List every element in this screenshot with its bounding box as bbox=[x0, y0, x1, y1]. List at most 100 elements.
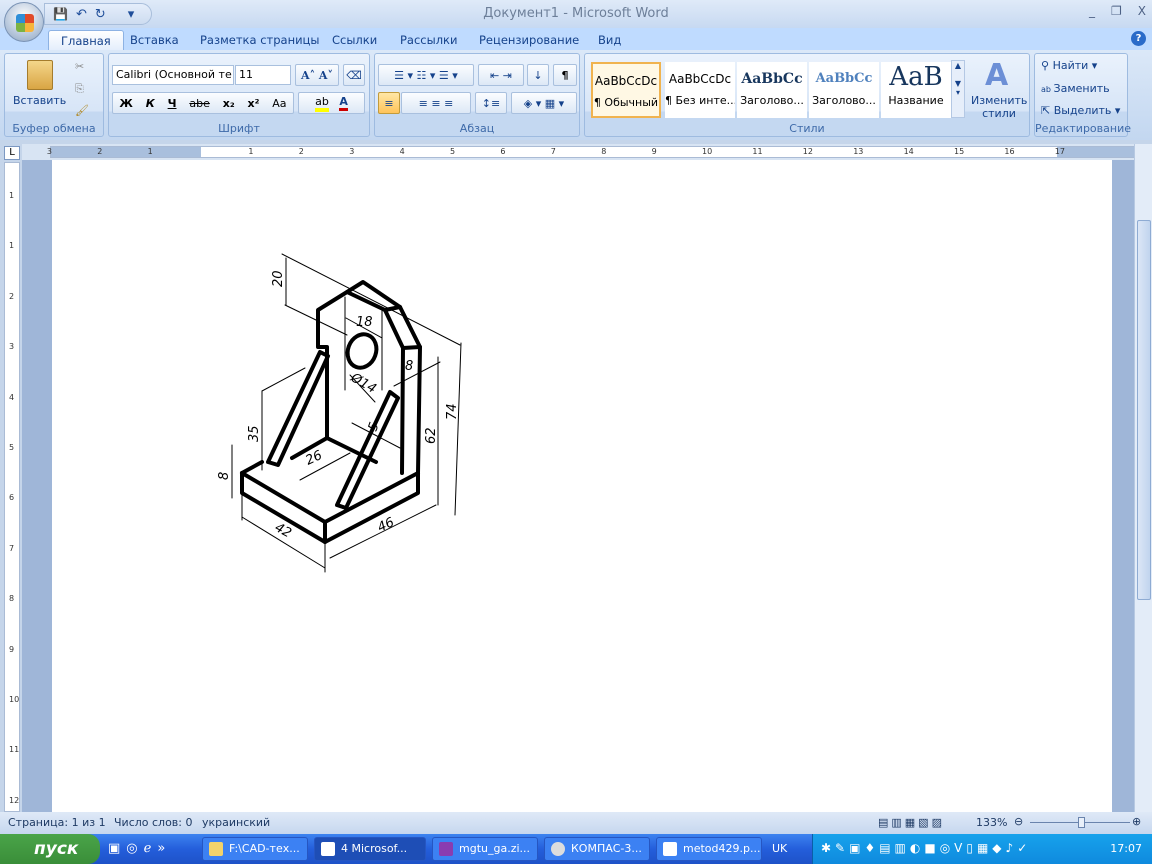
ruler-number: 7 bbox=[550, 147, 556, 156]
list-buttons[interactable]: ☰ ▾ ☷ ▾ ☰ ▾ bbox=[378, 64, 474, 86]
highlight-icon[interactable]: ab bbox=[315, 95, 329, 112]
highlight-fontcolor-buttons[interactable]: ab A bbox=[298, 92, 365, 114]
italic-button[interactable]: К bbox=[146, 97, 155, 110]
tray-icons[interactable]: ✱✎▣♦▤▥◐■◎Ⅴ▯▦◆♪✓ bbox=[821, 841, 1031, 855]
font-color-icon[interactable]: A bbox=[339, 95, 348, 111]
technical-drawing[interactable]: 20 18 Ø14 8 74 62 35 26 5 8 42 46 bbox=[52, 160, 1112, 812]
system-tray: ✱✎▣♦▤▥◐■◎Ⅴ▯▦◆♪✓ 17:07 bbox=[812, 834, 1152, 864]
ruler-number: 8 bbox=[9, 594, 15, 604]
help-icon[interactable]: ? bbox=[1131, 31, 1146, 46]
ruler-number: 4 bbox=[9, 392, 15, 402]
subscript-button[interactable]: x₂ bbox=[223, 97, 235, 110]
task-kompas[interactable]: КОМПАС-3... bbox=[544, 837, 650, 861]
zoom-out-icon[interactable]: ⊖ bbox=[1014, 815, 1023, 828]
grow-shrink-font-buttons[interactable]: A˄ A˅ bbox=[295, 64, 339, 86]
font-size-select[interactable]: 11 bbox=[235, 65, 291, 85]
task-word[interactable]: 4 Microsof... bbox=[314, 837, 426, 861]
zoom-slider-thumb[interactable] bbox=[1078, 817, 1085, 828]
restore-button[interactable]: ❐ bbox=[1111, 4, 1122, 18]
tab-references[interactable]: Ссылки bbox=[320, 30, 389, 50]
zoom-level[interactable]: 133% bbox=[976, 816, 1007, 829]
line-spacing-button[interactable]: ↕≡ bbox=[475, 92, 507, 114]
scrollbar-thumb[interactable] bbox=[1137, 220, 1151, 600]
align-left-button[interactable]: ≡ bbox=[378, 92, 400, 114]
show-marks-button[interactable]: ¶ bbox=[553, 64, 577, 86]
tab-home[interactable]: Главная bbox=[48, 30, 124, 50]
vertical-ruler[interactable]: 1 1 2 3 4 5 6 7 8 9 10 11 12 bbox=[4, 162, 20, 812]
office-logo-icon bbox=[16, 14, 34, 32]
quick-launch[interactable]: ▣◎ℯ» bbox=[108, 841, 171, 856]
office-button[interactable] bbox=[4, 2, 44, 42]
ruler-number: 7 bbox=[9, 543, 15, 553]
tab-view[interactable]: Вид bbox=[586, 30, 633, 50]
bold-button[interactable]: Ж bbox=[119, 97, 132, 110]
horizontal-ruler[interactable]: 3 2 1 1 2 3 4 5 6 7 8 9 10 11 12 13 14 15 16 17 bbox=[22, 144, 1135, 160]
style-no-spacing[interactable]: AaBbCcDc ¶ Без инте... bbox=[665, 62, 735, 118]
page-count[interactable]: Страница: 1 из 1 bbox=[8, 816, 106, 829]
clipboard-group: Вставить ✂ ⎘ 🖌 Буфер обмена bbox=[4, 53, 104, 137]
style-title[interactable]: AaB Название bbox=[881, 62, 951, 118]
indent-buttons[interactable]: ⇤ ⇥ bbox=[478, 64, 524, 86]
clear-formatting-button[interactable]: ⌫ bbox=[343, 64, 365, 86]
font-name-select[interactable]: Calibri (Основной те bbox=[112, 65, 234, 85]
shading-borders-buttons[interactable]: ◈ ▾ ▦ ▾ bbox=[511, 92, 577, 114]
tab-review[interactable]: Рецензирование bbox=[467, 30, 591, 50]
tab-selector[interactable]: L bbox=[4, 146, 20, 160]
underline-button[interactable]: Ч bbox=[168, 97, 177, 110]
start-button[interactable]: пуск bbox=[0, 834, 100, 864]
language-indicator[interactable]: UK bbox=[772, 842, 787, 855]
tab-page-layout[interactable]: Разметка страницы bbox=[188, 30, 331, 50]
taskbar: пуск ▣◎ℯ» F:\CAD-тех... 4 Microsof... mg… bbox=[0, 834, 1152, 864]
ruler-number: 5 bbox=[9, 443, 15, 452]
change-styles-icon: A bbox=[985, 58, 1009, 93]
cut-icon[interactable]: ✂ bbox=[75, 60, 84, 73]
quick-access-toolbar: 💾 ↶ ↻ ▾ bbox=[44, 3, 152, 25]
language[interactable]: украинский bbox=[202, 816, 270, 829]
replace-button[interactable]: ab Заменить bbox=[1041, 82, 1110, 95]
editing-group: ⚲ Найти ▾ ab Заменить ⇱ Выделить ▾ Редак… bbox=[1034, 53, 1131, 137]
tab-insert[interactable]: Вставка bbox=[118, 30, 191, 50]
window-title: Документ1 - Microsoft Word bbox=[483, 6, 669, 21]
task-winrar[interactable]: mgtu_ga.zi... bbox=[432, 837, 538, 861]
strikethrough-button[interactable]: abe bbox=[189, 97, 210, 110]
tab-mailings[interactable]: Рассылки bbox=[388, 30, 469, 50]
align-buttons[interactable]: ≡ ≡ ≡ bbox=[401, 92, 471, 114]
format-painter-icon[interactable]: 🖌 bbox=[75, 104, 89, 117]
task-folder[interactable]: F:\CAD-тех... bbox=[202, 837, 308, 861]
style-normal[interactable]: AaBbCcDc ¶ Обычный bbox=[591, 62, 661, 118]
document-page[interactable]: 20 18 Ø14 8 74 62 35 26 5 8 42 46 bbox=[52, 160, 1112, 812]
ruler-number: 11 bbox=[9, 745, 20, 755]
copy-icon[interactable]: ⎘ bbox=[75, 82, 84, 96]
font-label: Шрифт bbox=[218, 122, 260, 135]
view-buttons[interactable]: ▤▥▦▧▨ bbox=[878, 816, 945, 829]
paragraph-group: ☰ ▾ ☷ ▾ ☰ ▾ ⇤ ⇥ ↓ ¶ ≡ ≡ ≡ ≡ ↕≡ ◈ ▾ ▦ ▾ А… bbox=[374, 53, 580, 137]
replace-icon: ab bbox=[1041, 85, 1054, 94]
styles-group: AaBbCcDc ¶ Обычный AaBbCcDc ¶ Без инте... … bbox=[584, 53, 1030, 137]
select-button[interactable]: ⇱ Выделить ▾ bbox=[1041, 104, 1120, 117]
style-heading-2[interactable]: AaBbCc Заголово... bbox=[809, 62, 879, 118]
redo-icon[interactable]: ↻ bbox=[95, 7, 106, 22]
ruler-number: 5 bbox=[450, 147, 456, 156]
clock: 17:07 bbox=[1110, 842, 1142, 855]
paste-icon bbox=[27, 60, 53, 90]
customize-qat-icon[interactable]: ▾ bbox=[128, 7, 135, 22]
title-bar: Документ1 - Microsoft Word _ ❐ X bbox=[0, 0, 1152, 28]
minimize-button[interactable]: _ bbox=[1089, 4, 1095, 18]
styles-scroll[interactable]: ▲ ▼ ▾ bbox=[951, 60, 965, 118]
find-button[interactable]: ⚲ Найти ▾ bbox=[1041, 59, 1097, 72]
save-icon[interactable]: 💾 bbox=[53, 7, 68, 21]
task-pdf[interactable]: metod429.p... bbox=[656, 837, 762, 861]
style-heading-1[interactable]: AaBbCc Заголово... bbox=[737, 62, 807, 118]
change-styles-button[interactable]: Изменить стили bbox=[971, 94, 1027, 120]
change-case-button[interactable]: Aa bbox=[272, 97, 286, 110]
zoom-in-icon[interactable]: ⊕ bbox=[1132, 815, 1141, 828]
close-button[interactable]: X bbox=[1138, 4, 1146, 18]
undo-icon[interactable]: ↶ bbox=[76, 7, 87, 22]
zoom-slider[interactable] bbox=[1030, 817, 1130, 828]
sort-button[interactable]: ↓ bbox=[527, 64, 549, 86]
superscript-button[interactable]: x² bbox=[248, 97, 260, 110]
dim-label: 46 bbox=[375, 515, 396, 536]
word-count[interactable]: Число слов: 0 bbox=[114, 816, 193, 829]
paste-button[interactable]: Вставить bbox=[13, 94, 66, 107]
vertical-scrollbar[interactable] bbox=[1134, 144, 1152, 812]
